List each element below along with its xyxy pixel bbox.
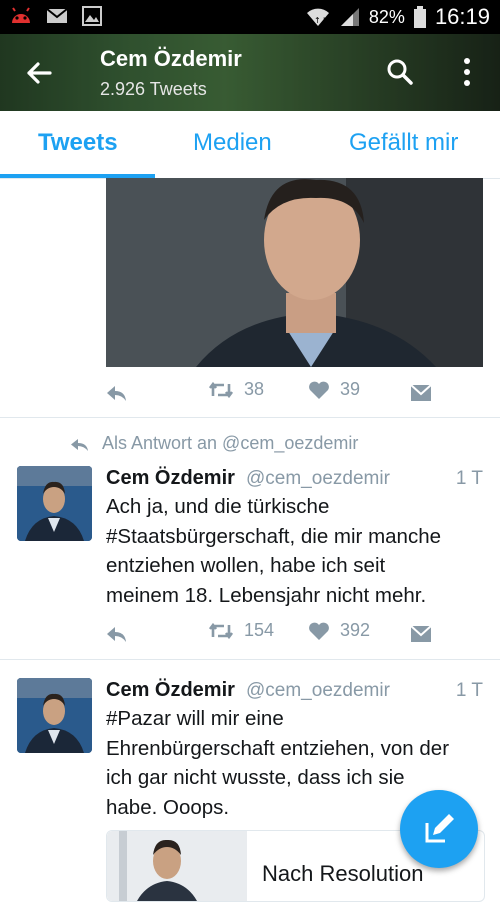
like-icon[interactable] xyxy=(308,380,330,400)
profile-tabs: Tweets Medien Gefällt mir xyxy=(0,111,500,179)
retweet-icon[interactable] xyxy=(208,621,234,641)
tweet-photo[interactable] xyxy=(106,178,483,367)
like-count: 392 xyxy=(340,620,371,640)
tweet-divider xyxy=(0,659,500,660)
tweet-text-line: #Pazar will mir eine xyxy=(106,707,284,730)
profile-header: Cem Özdemir 2.926 Tweets xyxy=(0,34,500,111)
tweet-text-line: #Staatsbürgerschaft, die mir manche xyxy=(106,524,441,548)
reply-small-icon xyxy=(71,438,88,451)
tweet-author-name[interactable]: Cem Özdemir xyxy=(106,679,235,702)
reply-icon[interactable] xyxy=(106,624,128,644)
android-icon xyxy=(12,7,30,23)
tweet-author-name[interactable]: Cem Özdemir xyxy=(106,467,235,490)
tweet-text: Ach ja, und die türkische #Staatsbürgers… xyxy=(106,492,486,610)
retweet-count: 154 xyxy=(244,620,275,640)
tweet-timestamp: 1 T xyxy=(455,680,483,701)
reply-icon[interactable] xyxy=(106,383,128,403)
link-card-title: Nach Resolution xyxy=(262,861,424,886)
direct-message-icon[interactable] xyxy=(410,384,432,402)
svg-text:↑↓: ↑↓ xyxy=(314,16,327,25)
profile-name: Cem Özdemir xyxy=(100,46,242,71)
link-card-image xyxy=(107,831,247,901)
tab-gefaellt-mir[interactable]: Gefällt mir xyxy=(349,129,458,157)
gallery-icon xyxy=(82,6,102,26)
compose-icon xyxy=(425,814,454,843)
search-icon[interactable] xyxy=(386,58,414,86)
tweet-author-handle[interactable]: @cem_oezdemir xyxy=(246,680,390,702)
tweet-text-line: Ach ja, und die türkische xyxy=(106,495,330,518)
battery-icon xyxy=(413,6,426,28)
mail-icon xyxy=(46,8,68,23)
reply-context[interactable]: Als Antwort an @cem_oezdemir xyxy=(70,433,358,454)
retweet-count: 38 xyxy=(244,379,265,399)
tab-tweets[interactable]: Tweets xyxy=(38,129,118,157)
like-count: 39 xyxy=(340,379,361,399)
wifi-icon: ↑↓ xyxy=(306,8,329,26)
more-options-icon[interactable] xyxy=(460,56,474,88)
retweet-icon[interactable] xyxy=(208,380,234,400)
tweet-text-line: Ehrenbürgerschaft entziehen, von der xyxy=(106,736,450,760)
tweet-text-line: entziehen wollen, habe ich seit xyxy=(106,554,386,577)
tab-medien[interactable]: Medien xyxy=(193,129,272,157)
reply-context-label: Als Antwort an @cem_oezdemir xyxy=(102,433,359,453)
like-icon[interactable] xyxy=(308,621,330,641)
tweet-count: 2.926 Tweets xyxy=(100,79,207,99)
back-arrow-icon[interactable] xyxy=(22,56,56,90)
direct-message-icon[interactable] xyxy=(410,625,432,643)
avatar[interactable] xyxy=(17,678,92,753)
status-bar: ↑↓ 82% 16:19 xyxy=(0,0,500,34)
tweet-text-line: meinem 18. Lebensjahr nicht mehr. xyxy=(106,583,427,607)
avatar[interactable] xyxy=(17,466,92,541)
compose-tweet-button[interactable] xyxy=(400,790,478,868)
signal-icon xyxy=(340,8,359,26)
tweet-text-line: ich gar nicht wusste, dass ich sie xyxy=(106,766,405,789)
tweet-timestamp: 1 T xyxy=(455,468,483,489)
tweet-author-handle[interactable]: @cem_oezdemir xyxy=(246,468,390,490)
tweet-divider xyxy=(0,417,500,418)
clock: 16:19 xyxy=(434,4,490,29)
battery-percent: 82% xyxy=(368,6,405,27)
